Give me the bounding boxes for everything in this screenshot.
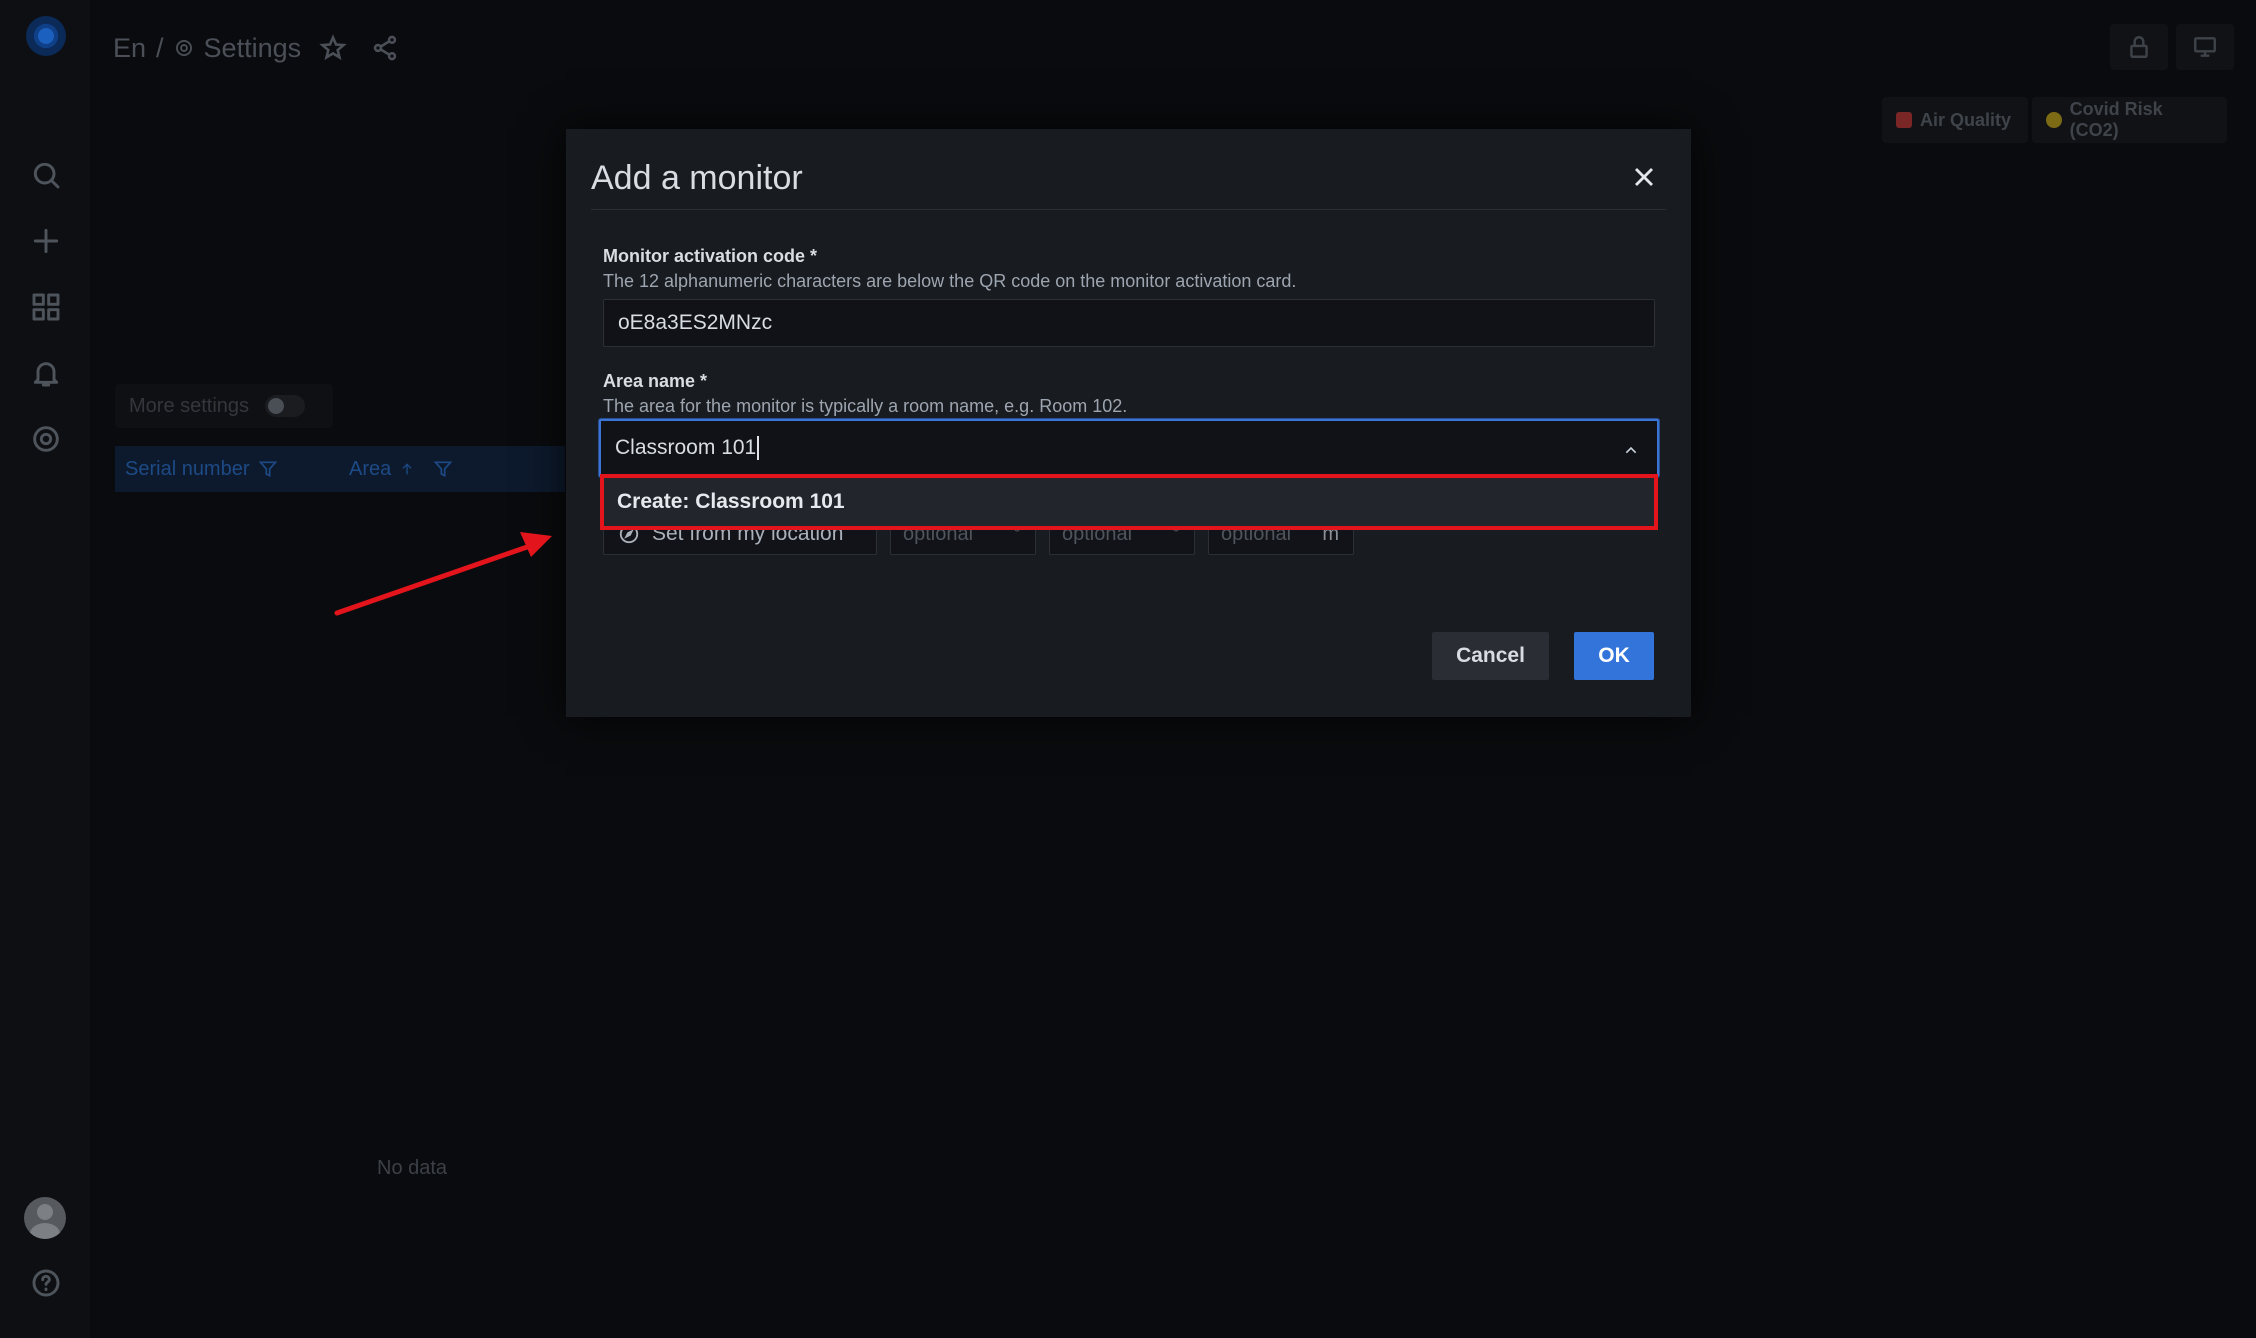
toggle-switch[interactable] bbox=[265, 395, 306, 417]
cancel-button[interactable]: Cancel bbox=[1432, 632, 1549, 680]
tv-mode-button[interactable] bbox=[2176, 24, 2234, 70]
sidebar bbox=[0, 0, 90, 1338]
column-label: Serial number bbox=[125, 457, 250, 480]
avatar[interactable] bbox=[24, 1197, 66, 1239]
dashboard-link-air-quality[interactable]: Air Quality bbox=[1882, 97, 2028, 143]
chevron-up-icon[interactable] bbox=[1623, 440, 1639, 456]
filter-icon[interactable] bbox=[258, 459, 278, 479]
grafana-logo[interactable] bbox=[26, 16, 66, 56]
create-option[interactable]: Create: Classroom 101 bbox=[603, 477, 1655, 527]
settings-icon bbox=[175, 40, 192, 56]
more-settings-label: More settings bbox=[129, 394, 250, 417]
activation-code-value: oE8a3ES2MNzc bbox=[618, 311, 773, 334]
close-icon bbox=[1635, 168, 1653, 186]
dashboard-link-covid-risk[interactable]: Covid Risk (CO2) bbox=[2032, 97, 2227, 143]
plus-icon[interactable] bbox=[27, 222, 65, 260]
modal-title: Add a monitor bbox=[591, 159, 803, 197]
page-title: Settings bbox=[203, 32, 302, 63]
text-caret bbox=[757, 436, 759, 460]
ok-button[interactable]: OK bbox=[1574, 632, 1654, 680]
chart-icon bbox=[1896, 112, 1912, 128]
create-option-label: Create: Classroom 101 bbox=[617, 490, 845, 513]
activation-code-label: Monitor activation code * bbox=[603, 246, 818, 266]
add-monitor-modal: Add a monitor Monitor activation code * … bbox=[566, 129, 1691, 717]
breadcrumb-org[interactable]: En bbox=[113, 33, 146, 64]
search-icon[interactable] bbox=[27, 156, 65, 194]
activation-code-input[interactable]: oE8a3ES2MNzc bbox=[603, 299, 1655, 347]
bell-icon[interactable] bbox=[27, 354, 65, 392]
more-settings-toggle[interactable]: More settings bbox=[115, 384, 333, 428]
filter-icon[interactable] bbox=[433, 459, 453, 479]
column-serial-number[interactable]: Serial number bbox=[115, 458, 339, 481]
breadcrumb-separator: / bbox=[156, 32, 164, 63]
table-header: Serial number Area bbox=[115, 446, 565, 492]
lock-button[interactable] bbox=[2110, 24, 2168, 70]
activation-code-description: The 12 alphanumeric characters are below… bbox=[603, 271, 1297, 291]
column-area[interactable]: Area bbox=[339, 458, 453, 481]
area-name-description: The area for the monitor is typically a … bbox=[603, 396, 1128, 416]
dashboard-link-label: Air Quality bbox=[1920, 109, 2012, 130]
sort-ascending-icon bbox=[402, 463, 412, 475]
monitor-icon bbox=[2194, 37, 2216, 57]
gauge-icon bbox=[2046, 112, 2062, 128]
share-icon[interactable] bbox=[371, 34, 399, 62]
gear-icon[interactable] bbox=[27, 420, 65, 458]
dashboard-link-label: Covid Risk (CO2) bbox=[2069, 99, 2163, 140]
close-button[interactable] bbox=[1626, 159, 1662, 195]
breadcrumb: En / Settings bbox=[113, 28, 399, 68]
lock-icon bbox=[2130, 36, 2148, 58]
star-icon[interactable] bbox=[319, 34, 347, 62]
area-name-label: Area name * bbox=[603, 371, 708, 391]
dashboards-icon[interactable] bbox=[27, 288, 65, 326]
area-name-select[interactable]: Classroom 101 bbox=[599, 419, 1659, 477]
help-icon[interactable] bbox=[27, 1264, 65, 1302]
divider bbox=[591, 209, 1666, 210]
area-name-value: Classroom 101 bbox=[615, 436, 757, 459]
column-label: Area bbox=[349, 457, 392, 480]
empty-state: No data bbox=[377, 1157, 448, 1179]
